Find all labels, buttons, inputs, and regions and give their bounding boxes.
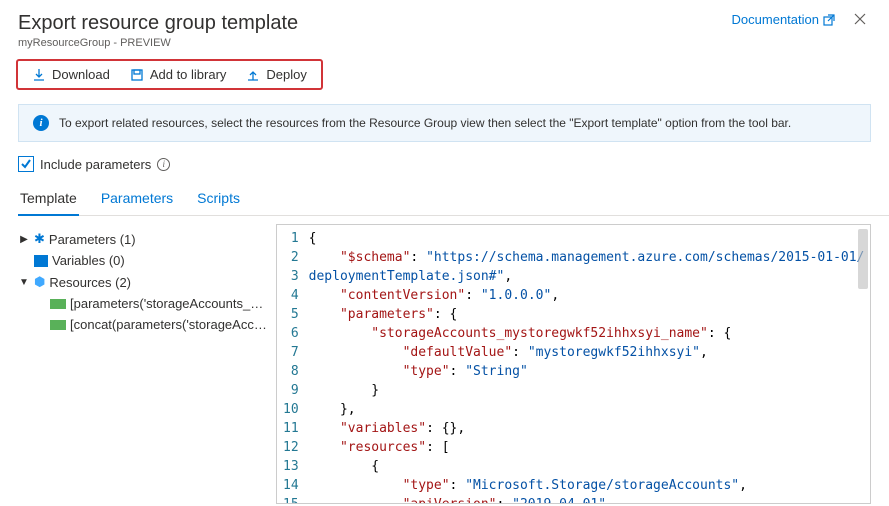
- include-parameters-checkbox[interactable]: [18, 156, 34, 172]
- save-icon: [130, 68, 144, 82]
- include-parameters-row: Include parameters i: [18, 156, 889, 172]
- deploy-icon: [246, 68, 260, 82]
- outline-tree: ▶ ✱ Parameters (1) Variables (0) ▼ ⬢ Res…: [18, 224, 276, 504]
- vertical-scrollbar[interactable]: [858, 229, 868, 289]
- tree-label-variables: Variables (0): [52, 253, 125, 268]
- tree-node-resource-0[interactable]: [parameters('storageAccounts_…: [36, 293, 276, 314]
- info-banner: i To export related resources, select th…: [18, 104, 871, 142]
- help-icon[interactable]: i: [157, 158, 170, 171]
- checkmark-icon: [20, 158, 32, 170]
- tab-scripts[interactable]: Scripts: [195, 184, 242, 216]
- header-right: Documentation: [732, 12, 871, 49]
- tab-parameters[interactable]: Parameters: [99, 184, 175, 216]
- close-icon: [853, 12, 867, 26]
- deploy-label: Deploy: [266, 67, 306, 82]
- caret-down-icon: ▼: [18, 277, 30, 288]
- storage-icon: [50, 320, 66, 330]
- download-icon: [32, 68, 46, 82]
- page-subtitle: myResourceGroup - PREVIEW: [18, 37, 298, 49]
- info-icon: i: [33, 115, 49, 131]
- documentation-label: Documentation: [732, 12, 819, 27]
- deploy-button[interactable]: Deploy: [236, 63, 316, 86]
- header: Export resource group template myResourc…: [0, 0, 889, 53]
- tabs: Template Parameters Scripts: [18, 184, 889, 216]
- caret-right-icon: ▶: [18, 234, 30, 245]
- storage-icon: [50, 299, 66, 309]
- content-area: ▶ ✱ Parameters (1) Variables (0) ▼ ⬢ Res…: [18, 224, 889, 504]
- add-to-library-button[interactable]: Add to library: [120, 63, 237, 86]
- documentation-link[interactable]: Documentation: [732, 12, 835, 27]
- tree-node-resource-1[interactable]: [concat(parameters('storageAcc…: [36, 314, 276, 335]
- code-editor[interactable]: 1 2 3 4 5 6 7 8 9 10 11 12 13 14 15 { "$…: [276, 224, 871, 504]
- info-text: To export related resources, select the …: [59, 116, 791, 130]
- gear-icon: ✱: [34, 231, 45, 247]
- cube-icon: ⬢: [34, 274, 45, 290]
- download-label: Download: [52, 67, 110, 82]
- code-gutter: 1 2 3 4 5 6 7 8 9 10 11 12 13 14 15: [277, 225, 309, 503]
- tree-node-resources[interactable]: ▼ ⬢ Resources (2): [18, 271, 276, 293]
- toolbar-highlighted: Download Add to library Deploy: [16, 59, 323, 90]
- external-link-icon: [823, 14, 835, 26]
- include-parameters-label: Include parameters: [40, 157, 151, 172]
- download-button[interactable]: Download: [22, 63, 120, 86]
- page-title: Export resource group template: [18, 12, 298, 35]
- tree-node-variables[interactable]: Variables (0): [18, 250, 276, 271]
- tree-label-resources: Resources (2): [49, 275, 131, 290]
- tree-node-parameters[interactable]: ▶ ✱ Parameters (1): [18, 228, 276, 250]
- tree-label-res1: [concat(parameters('storageAcc…: [70, 317, 267, 332]
- code-content[interactable]: { "$schema": "https://schema.management.…: [309, 225, 870, 503]
- tree-children-resources: [parameters('storageAccounts_… [concat(p…: [18, 293, 276, 335]
- add-to-library-label: Add to library: [150, 67, 227, 82]
- tab-template[interactable]: Template: [18, 184, 79, 216]
- close-button[interactable]: [849, 12, 871, 31]
- tree-label-res0: [parameters('storageAccounts_…: [70, 296, 263, 311]
- variables-icon: [34, 255, 48, 267]
- tree-label-parameters: Parameters (1): [49, 232, 136, 247]
- header-left: Export resource group template myResourc…: [18, 12, 298, 49]
